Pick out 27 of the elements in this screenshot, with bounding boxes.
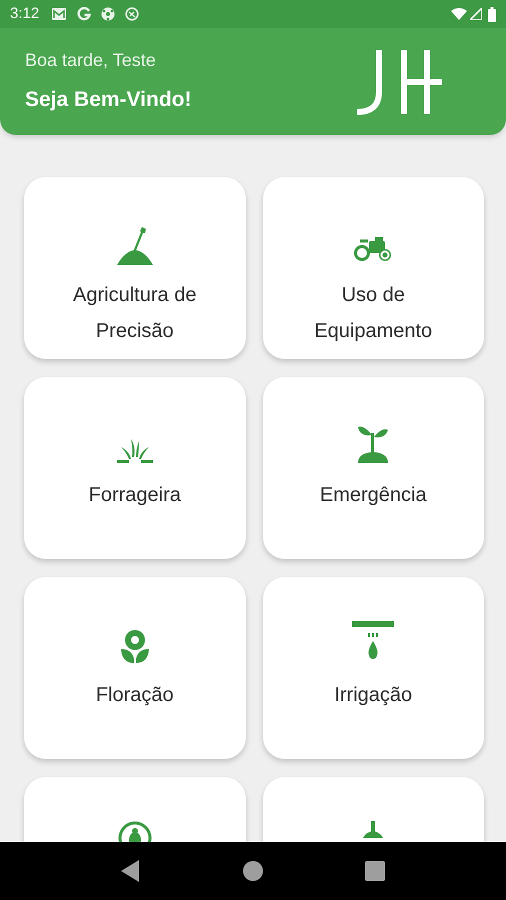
google-icon <box>77 7 92 21</box>
signal-icon <box>470 8 482 20</box>
card-label: Agricultura de Precisão <box>72 283 198 344</box>
back-button[interactable] <box>121 860 141 882</box>
card-label: Irrigação <box>333 683 414 708</box>
card-label: Floração <box>94 683 175 708</box>
home-button[interactable] <box>243 861 263 881</box>
category-card[interactable]: Irrigação <box>262 577 484 759</box>
mail-icon <box>51 7 68 21</box>
category-card[interactable]: Uso de Equipamento <box>262 177 484 359</box>
recents-button[interactable] <box>365 861 385 881</box>
circle-icon <box>125 7 140 21</box>
category-card[interactable]: Forrageira <box>24 377 246 559</box>
status-time: 3:12 <box>10 4 40 24</box>
ball-icon <box>101 7 116 21</box>
card-label: Uso de Equipamento <box>313 283 434 344</box>
welcome-title: Seja Bem-Vindo! <box>25 87 192 114</box>
category-card[interactable]: Emergência <box>262 377 484 559</box>
greeting-text: Boa tarde, Teste <box>25 49 157 72</box>
card-label: Emergência <box>318 483 428 508</box>
category-card[interactable]: Floração <box>24 577 246 759</box>
card-label: Forrageira <box>88 483 182 508</box>
grass-icon <box>116 437 153 465</box>
battery-icon <box>488 6 496 22</box>
shovel-icon <box>114 225 155 265</box>
category-card[interactable]: Agricultura de Precisão <box>24 177 246 359</box>
wifi-icon <box>451 8 467 20</box>
